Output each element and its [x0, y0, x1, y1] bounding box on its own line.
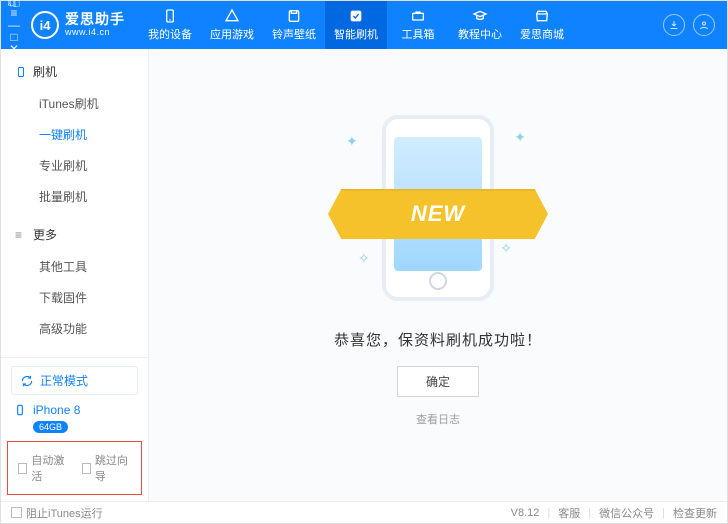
sidebar-section-more[interactable]: ≡ 更多 [1, 220, 148, 249]
device-mode[interactable]: 正常模式 [18, 370, 131, 391]
brand: i4 爱思助手 www.i4.cn [21, 11, 135, 39]
sidebar-item-advanced[interactable]: 高级功能 [1, 313, 148, 344]
sparkle-icon: ✦ [514, 129, 526, 146]
separator: | [588, 507, 591, 519]
phone-outline-icon [15, 66, 27, 78]
hamburger-icon: ≡ [15, 228, 27, 242]
nav-tools[interactable]: 工具箱 [387, 1, 449, 49]
grad-cap-icon [472, 8, 488, 24]
nav-label: 爱思商城 [520, 26, 564, 42]
shop-icon [534, 8, 550, 24]
check-update-link[interactable]: 检查更新 [673, 505, 717, 521]
nav-label: 工具箱 [402, 26, 435, 42]
nav-ringtones[interactable]: 铃声壁纸 [263, 1, 325, 49]
nav-label: 铃声壁纸 [272, 26, 316, 42]
highlighted-options: 自动激活 跳过向导 [7, 441, 142, 495]
download-button[interactable] [663, 14, 685, 36]
window-controls: 🛍 ≡ — □ ✕ [7, 0, 21, 55]
check-label: 阻止iTunes运行 [26, 505, 103, 521]
download-icon [668, 19, 680, 31]
check-skip-guide[interactable]: 跳过向导 [82, 452, 132, 484]
sparkle-icon: ✦ [346, 133, 358, 150]
view-log-link[interactable]: 查看日志 [416, 411, 460, 427]
check-label: 跳过向导 [95, 452, 131, 484]
device-model[interactable]: iPhone 8 [11, 401, 138, 419]
device-panel: 正常模式 iPhone 8 64GB [1, 357, 148, 441]
nav-label: 智能刷机 [334, 26, 378, 42]
brand-url: www.i4.cn [65, 28, 125, 38]
separator: | [662, 507, 665, 519]
check-auto-activate[interactable]: 自动激活 [18, 452, 68, 484]
nav-my-device[interactable]: 我的设备 [139, 1, 201, 49]
phone-small-icon [13, 403, 27, 417]
nav-apps[interactable]: 应用游戏 [201, 1, 263, 49]
apps-icon [224, 8, 240, 24]
sidebar-item-batch-flash[interactable]: 批量刷机 [1, 181, 148, 212]
logo-icon: i4 [31, 11, 59, 39]
top-nav: 我的设备 应用游戏 铃声壁纸 智能刷机 工具箱 教程中心 爱思商城 [139, 1, 573, 49]
success-illustration: ✦ ✦ ✧ ✧ NEW [328, 107, 548, 307]
wechat-link[interactable]: 微信公众号 [599, 505, 654, 521]
nav-label: 我的设备 [148, 26, 192, 42]
support-link[interactable]: 客服 [558, 505, 580, 521]
account-button[interactable] [693, 14, 715, 36]
device-storage: 64GB [11, 419, 138, 435]
checkbox-icon [11, 507, 22, 518]
main-area: 刷机 iTunes刷机 一键刷机 专业刷机 批量刷机 ≡ 更多 其他工具 下载固… [1, 49, 727, 501]
brand-name: 爱思助手 [65, 12, 125, 27]
nav-tutorials[interactable]: 教程中心 [449, 1, 511, 49]
sidebar: 刷机 iTunes刷机 一键刷机 专业刷机 批量刷机 ≡ 更多 其他工具 下载固… [1, 49, 149, 501]
result-message: 恭喜您，保资料刷机成功啦！ [334, 329, 542, 350]
sidebar-item-itunes-flash[interactable]: iTunes刷机 [1, 88, 148, 119]
separator: | [547, 507, 550, 519]
sidebar-section-flash[interactable]: 刷机 [1, 57, 148, 86]
sidebar-item-onekey-flash[interactable]: 一键刷机 [1, 119, 148, 150]
nav-flash[interactable]: 智能刷机 [325, 1, 387, 49]
sidebar-section-label: 更多 [33, 226, 57, 243]
sidebar-item-pro-flash[interactable]: 专业刷机 [1, 150, 148, 181]
check-block-itunes[interactable]: 阻止iTunes运行 [11, 505, 103, 521]
ribbon-text: NEW [411, 201, 465, 227]
phone-icon [162, 8, 178, 24]
nav-shop[interactable]: 爱思商城 [511, 1, 573, 49]
device-mode-label: 正常模式 [40, 372, 88, 389]
sidebar-item-download-firmware[interactable]: 下载固件 [1, 282, 148, 313]
sidebar-item-other-tools[interactable]: 其他工具 [1, 251, 148, 282]
toolbox-icon [410, 8, 426, 24]
flash-icon [348, 8, 364, 24]
new-ribbon: NEW [328, 189, 548, 239]
content: ✦ ✦ ✧ ✧ NEW 恭喜您，保资料刷机成功啦！ 确定 查看日志 [149, 49, 727, 501]
music-icon [286, 8, 302, 24]
storage-badge: 64GB [33, 421, 68, 433]
checkbox-icon [18, 463, 27, 474]
sidebar-section-label: 刷机 [33, 63, 57, 80]
ok-button[interactable]: 确定 [397, 366, 479, 397]
version-label: V8.12 [511, 507, 540, 519]
nav-label: 应用游戏 [210, 26, 254, 42]
nav-label: 教程中心 [458, 26, 502, 42]
user-icon [698, 19, 710, 31]
refresh-icon [20, 374, 34, 388]
device-model-label: iPhone 8 [33, 403, 80, 417]
status-bar: 阻止iTunes运行 V8.12 | 客服 | 微信公众号 | 检查更新 [1, 501, 727, 523]
checkbox-icon [82, 463, 91, 474]
sparkle-icon: ✧ [358, 250, 370, 267]
app-header: 🛍 ≡ — □ ✕ i4 爱思助手 www.i4.cn 我的设备 应用游戏 铃声… [1, 1, 727, 49]
sparkle-icon: ✧ [500, 240, 512, 257]
check-label: 自动激活 [31, 452, 67, 484]
